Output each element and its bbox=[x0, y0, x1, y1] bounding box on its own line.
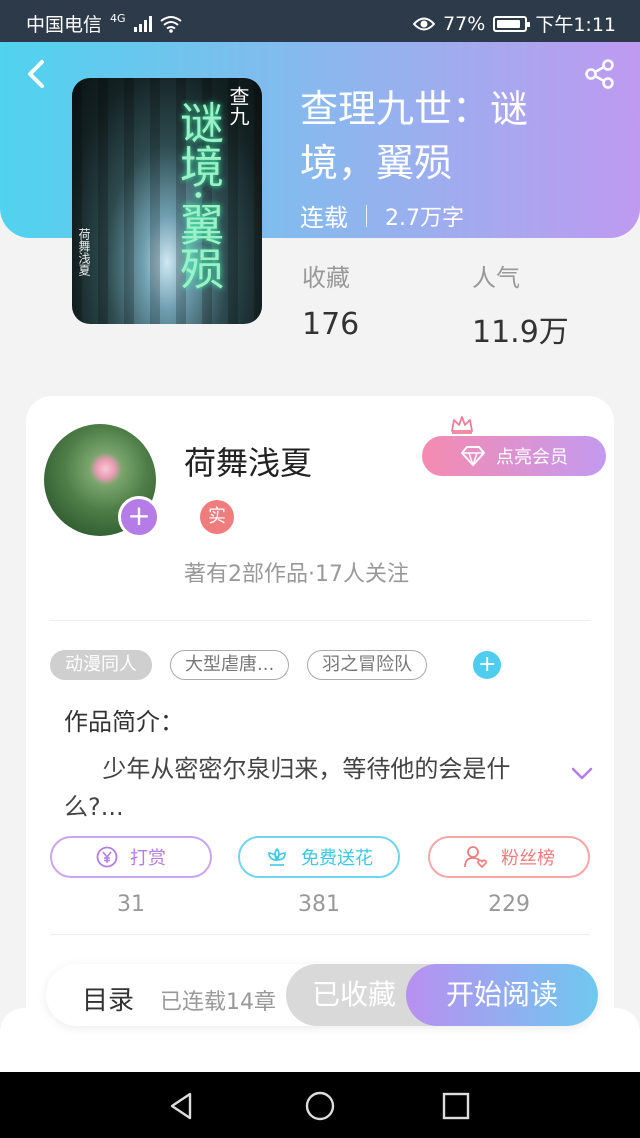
back-button[interactable] bbox=[24, 58, 46, 96]
send-flower-button[interactable]: 免费送花 bbox=[238, 836, 400, 878]
author-name[interactable]: 荷舞浅夏 bbox=[184, 438, 312, 484]
battery-icon bbox=[493, 15, 531, 32]
chevron-down-icon[interactable] bbox=[570, 766, 594, 782]
book-meta: 连载 2.7万字 bbox=[300, 198, 464, 233]
tag-item[interactable]: 大型虐唐... bbox=[170, 650, 290, 680]
nav-home-icon[interactable] bbox=[304, 1090, 336, 1122]
tip-button[interactable]: 打赏 bbox=[50, 836, 212, 878]
book-status: 连载 bbox=[300, 204, 348, 232]
diamond-icon bbox=[461, 446, 485, 466]
system-nav-bar bbox=[0, 1072, 640, 1138]
fans-icon bbox=[464, 846, 487, 869]
favorites-label: 收藏 bbox=[302, 264, 350, 292]
nav-recents-icon[interactable] bbox=[440, 1090, 472, 1122]
favorites-value: 176 bbox=[302, 307, 360, 342]
author-card: + 荷舞浅夏 实 著有2部作品·17人关注 点亮会员 动漫同人 大型虐唐... … bbox=[26, 396, 614, 1036]
back-arrow-icon bbox=[28, 60, 44, 88]
chapter-count[interactable]: 已连载14章 bbox=[160, 984, 276, 1016]
intro-text[interactable]: 少年从密密尔泉归来，等待他的会是什么?... bbox=[64, 750, 554, 826]
start-reading-button[interactable]: 开始阅读 bbox=[406, 964, 598, 1026]
wifi-icon bbox=[159, 15, 182, 33]
tag-item[interactable]: 羽之冒险队 bbox=[307, 650, 428, 680]
clock: 下午1:11 bbox=[535, 14, 616, 36]
add-tag-button[interactable]: + bbox=[473, 651, 502, 679]
fans-count: 229 bbox=[488, 892, 530, 917]
tip-count: 31 bbox=[117, 892, 145, 917]
divider bbox=[50, 934, 590, 935]
verified-badge: 实 bbox=[200, 500, 234, 534]
popularity-value: 11.9万 bbox=[472, 315, 569, 350]
status-bar: 中国电信 4G 77% 下午1:11 bbox=[0, 0, 640, 42]
eye-icon bbox=[413, 17, 436, 30]
popularity-stat: 人气 11.9万 bbox=[472, 258, 569, 351]
vip-button[interactable]: 点亮会员 bbox=[422, 436, 606, 476]
follow-plus-button[interactable]: + bbox=[118, 496, 160, 538]
meta-divider bbox=[366, 204, 367, 227]
tip-label: 打赏 bbox=[130, 848, 166, 869]
cover-author-text: 荷舞浅夏 bbox=[77, 228, 91, 276]
crown-icon bbox=[451, 416, 473, 434]
favorites-stat: 收藏 176 bbox=[302, 258, 359, 342]
carrier-label: 中国电信 bbox=[26, 14, 103, 36]
popularity-label: 人气 bbox=[472, 264, 520, 292]
fans-rank-label: 粉丝榜 bbox=[501, 848, 555, 869]
network-label: 4G bbox=[110, 12, 126, 25]
intro-title: 作品简介： bbox=[64, 708, 184, 736]
toc-button[interactable]: 目录 bbox=[82, 980, 134, 1017]
flower-icon bbox=[268, 847, 286, 866]
signal-icon bbox=[133, 15, 152, 32]
send-flower-label: 免费送花 bbox=[301, 848, 373, 869]
tag-list: 动漫同人 大型虐唐... 羽之冒险队 + bbox=[50, 650, 502, 680]
battery-percent: 77% bbox=[443, 12, 486, 35]
cover-series-text: 查九 bbox=[226, 86, 250, 126]
bottom-action-bar: 目录 已连载14章 已收藏 开始阅读 bbox=[46, 964, 598, 1026]
word-count: 2.7万字 bbox=[385, 205, 464, 231]
fans-rank-button[interactable]: 粉丝榜 bbox=[428, 836, 590, 878]
book-title: 查理九世：谜境，翼殒 bbox=[300, 87, 529, 185]
author-info: 著有2部作品·17人关注 bbox=[184, 562, 409, 587]
flower-count: 381 bbox=[298, 892, 340, 917]
cover-title-text: 谜境·翼殒 bbox=[172, 100, 223, 290]
yen-icon bbox=[96, 846, 118, 868]
tag-item[interactable]: 动漫同人 bbox=[50, 650, 152, 680]
book-cover[interactable]: 查九 谜境·翼殒 荷舞浅夏 bbox=[72, 78, 262, 324]
vip-button-label: 点亮会员 bbox=[496, 447, 568, 468]
nav-back-icon[interactable] bbox=[166, 1090, 198, 1122]
divider bbox=[50, 620, 590, 621]
